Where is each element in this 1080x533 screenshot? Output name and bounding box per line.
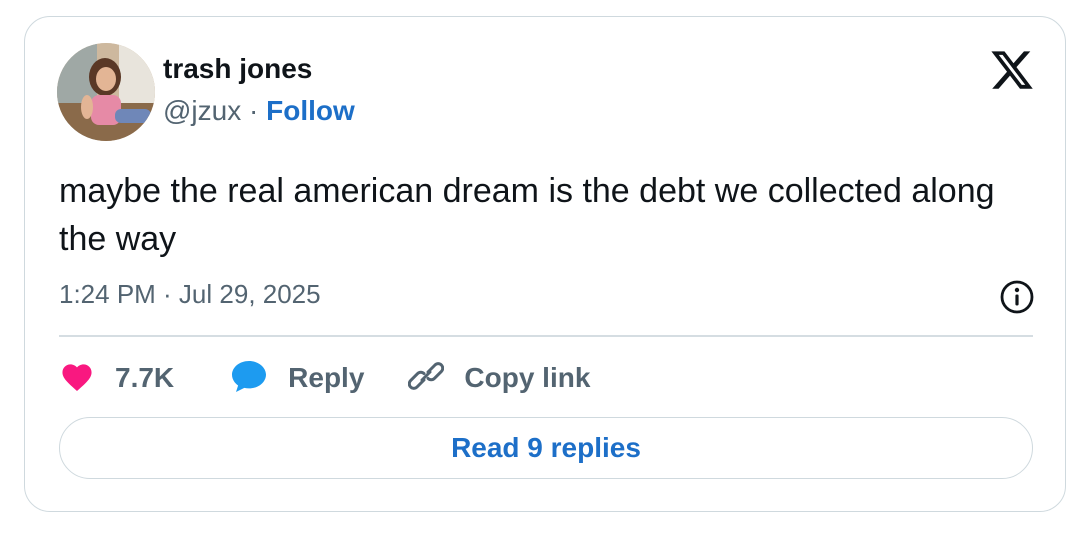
tweet-card: trash jones @jzux · Follow maybe the rea…	[24, 16, 1066, 512]
action-bar: 7.7K Reply Copy link	[59, 358, 590, 398]
author-handle[interactable]: @jzux	[163, 95, 241, 126]
reply-label: Reply	[288, 362, 365, 393]
author-handle-row: @jzux · Follow	[163, 95, 355, 127]
like-button[interactable]: 7.7K	[59, 360, 174, 397]
read-replies-button[interactable]: Read 9 replies	[59, 417, 1033, 479]
info-icon[interactable]	[999, 279, 1035, 315]
tweet-text: maybe the real american dream is the deb…	[59, 172, 995, 258]
follow-button[interactable]: Follow	[266, 95, 355, 126]
like-count: 7.7K	[115, 362, 175, 393]
avatar-photo	[57, 43, 155, 141]
tweet-timestamp[interactable]: 1:24 PM · Jul 29, 2025	[59, 279, 321, 310]
copy-link-label: Copy link	[464, 362, 591, 393]
reply-button[interactable]: Reply	[230, 359, 364, 398]
x-logo-icon[interactable]	[989, 47, 1035, 93]
copy-link-button[interactable]: Copy link	[408, 358, 590, 399]
avatar[interactable]	[57, 43, 155, 141]
divider	[59, 335, 1033, 337]
heart-icon	[59, 360, 95, 397]
speech-bubble-icon	[230, 359, 268, 398]
author-display-name[interactable]: trash jones	[163, 53, 312, 85]
link-icon	[408, 358, 445, 399]
handle-separator: ·	[241, 95, 267, 126]
